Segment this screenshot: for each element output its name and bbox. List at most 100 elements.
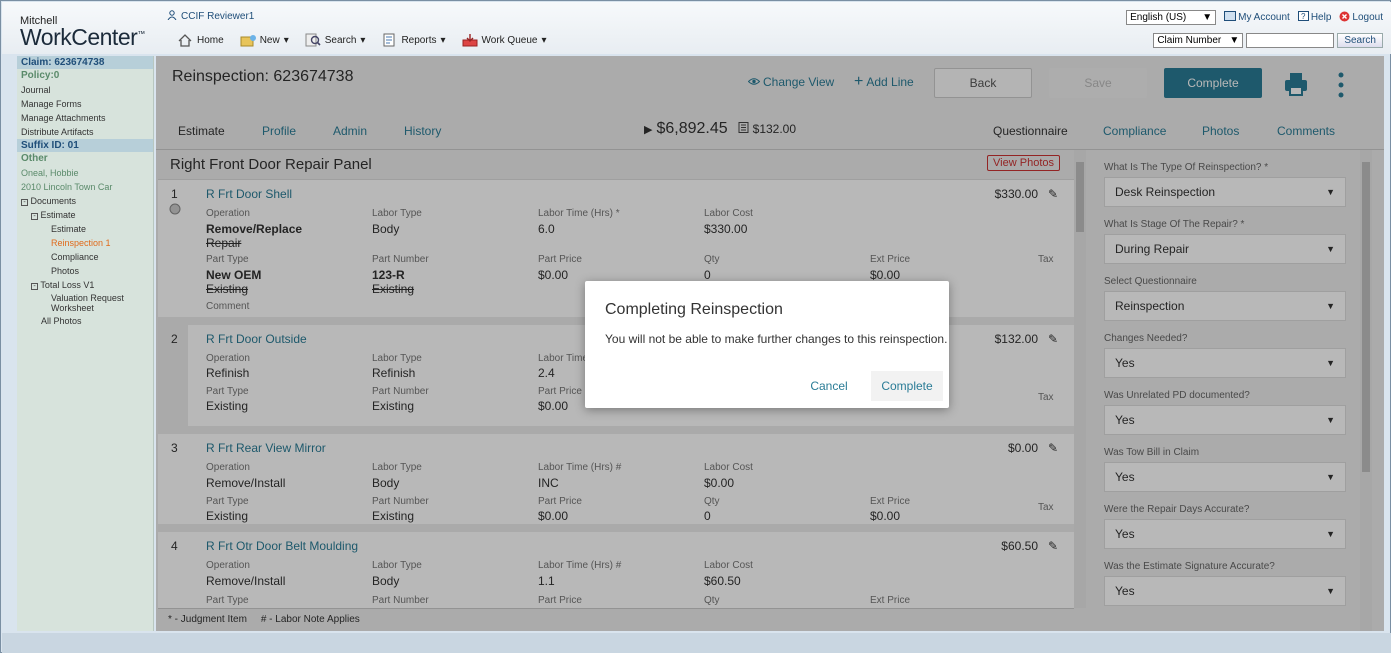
help-label: Help xyxy=(1310,12,1332,23)
save-button[interactable]: Save xyxy=(1049,68,1147,98)
tab-compliance[interactable]: Compliance xyxy=(1103,124,1166,138)
search-type-select[interactable]: Claim Number ▼ xyxy=(1153,33,1244,48)
nav-work-queue[interactable]: Work Queue ▾ xyxy=(462,33,546,47)
sidebar-item-journal[interactable]: Journal xyxy=(17,83,153,97)
pencil-icon[interactable]: ✎ xyxy=(1048,187,1058,201)
answer-value: Yes xyxy=(1115,584,1135,598)
caret-down-icon: ▼ xyxy=(1326,586,1335,596)
label-labor-type: Labor Type xyxy=(372,208,422,219)
estimate-scrollbar[interactable] xyxy=(1074,150,1086,608)
cancel-button[interactable]: Cancel xyxy=(799,371,859,401)
print-icon[interactable] xyxy=(1283,71,1309,100)
question-label: Select Questionnaire xyxy=(1104,276,1197,287)
tree-total-loss[interactable]: - Total Loss V1 xyxy=(17,278,153,292)
my-account-label: My Account xyxy=(1238,12,1290,23)
nav-search[interactable]: Search ▾ xyxy=(305,33,365,47)
legend-footer: * - Judgment Item # - Labor Note Applies xyxy=(158,608,1074,631)
scrollbar-thumb[interactable] xyxy=(1076,162,1084,232)
logout-link[interactable]: Logout xyxy=(1339,11,1383,25)
sidebar-item-distribute-artifacts[interactable]: Distribute Artifacts xyxy=(17,125,153,139)
main-nav: Home New ▾ Search ▾ Reports ▾ Work Queue… xyxy=(177,30,562,50)
line-description[interactable]: R Frt Otr Door Belt Moulding xyxy=(206,539,358,553)
tab-admin[interactable]: Admin xyxy=(333,124,367,138)
pencil-icon[interactable]: ✎ xyxy=(1048,539,1058,553)
tab-estimate[interactable]: Estimate xyxy=(172,124,231,152)
line-description[interactable]: R Frt Rear View Mirror xyxy=(206,441,326,455)
answer-dropdown[interactable]: Reinspection ▼ xyxy=(1104,291,1346,321)
label-part-number: Part Number xyxy=(372,595,429,606)
claim-number[interactable]: Claim: 623674738 xyxy=(17,56,153,69)
collapse-icon[interactable]: - xyxy=(21,199,28,206)
language-select[interactable]: English (US) ▼ xyxy=(1126,10,1217,25)
collapse-icon[interactable]: - xyxy=(31,283,38,290)
logout-label: Logout xyxy=(1352,12,1383,23)
suffix-id[interactable]: Suffix ID: 01 xyxy=(17,139,153,152)
estimate-line-3[interactable]: 3 R Frt Rear View Mirror $0.00 ✎ Operati… xyxy=(158,434,1074,532)
account-icon xyxy=(1224,11,1237,24)
label-part-number: Part Number xyxy=(372,496,429,507)
add-line-button[interactable]: + Add Line xyxy=(854,74,914,90)
line-description[interactable]: R Frt Door Shell xyxy=(206,187,292,201)
triangle-right-icon[interactable]: ▶ xyxy=(644,123,652,136)
search-button[interactable]: Search xyxy=(1337,33,1383,48)
sidebar-item-manage-attachments[interactable]: Manage Attachments xyxy=(17,111,153,125)
add-line-label: Add Line xyxy=(866,75,914,89)
answer-dropdown[interactable]: Desk Reinspection ▼ xyxy=(1104,177,1346,207)
vehicle-name[interactable]: 2010 Lincoln Town Car xyxy=(17,180,153,194)
part-type-old-value: Existing xyxy=(206,282,249,296)
svg-text:?: ? xyxy=(1301,12,1306,21)
tree-all-photos[interactable]: All Photos xyxy=(17,314,153,328)
answer-dropdown[interactable]: Yes ▼ xyxy=(1104,519,1346,549)
label-labor-cost: Labor Cost xyxy=(704,560,753,571)
answer-dropdown[interactable]: Yes ▼ xyxy=(1104,462,1346,492)
collapse-icon[interactable]: - xyxy=(31,213,38,220)
pencil-icon[interactable]: ✎ xyxy=(1048,441,1058,455)
dialog-complete-button[interactable]: Complete xyxy=(871,371,943,401)
label-labor-cost: Labor Cost xyxy=(704,462,753,473)
more-options-icon[interactable] xyxy=(1338,72,1344,101)
tree-compliance[interactable]: Compliance xyxy=(17,250,153,264)
question-label: Was Tow Bill in Claim xyxy=(1104,447,1200,458)
answer-dropdown[interactable]: During Repair ▼ xyxy=(1104,234,1346,264)
search-input[interactable] xyxy=(1246,33,1335,48)
sidebar-item-manage-forms[interactable]: Manage Forms xyxy=(17,97,153,111)
tree-documents[interactable]: - Documents xyxy=(17,194,153,208)
tree-reinspection[interactable]: Reinspection 1 xyxy=(17,236,153,250)
pencil-icon[interactable]: ✎ xyxy=(1048,332,1058,346)
nav-reports[interactable]: Reports ▾ xyxy=(381,33,446,47)
tree-estimate[interactable]: - Estimate xyxy=(17,208,153,222)
tab-profile[interactable]: Profile xyxy=(262,124,296,138)
tab-questionnaire[interactable]: Questionnaire xyxy=(987,124,1074,152)
scrollbar-thumb[interactable] xyxy=(1362,162,1370,472)
tree-valuation[interactable]: Valuation Request Worksheet xyxy=(17,292,137,314)
tab-history[interactable]: History xyxy=(404,124,441,138)
complete-button[interactable]: Complete xyxy=(1164,68,1262,98)
owner-name[interactable]: Oneal, Hobbie xyxy=(17,166,153,180)
change-view-button[interactable]: Change View xyxy=(747,75,834,89)
view-photos-button[interactable]: View Photos xyxy=(987,155,1060,171)
my-account-link[interactable]: My Account xyxy=(1224,11,1290,24)
part-number-old-value: Existing xyxy=(372,282,415,296)
questionnaire-scrollbar[interactable] xyxy=(1360,150,1372,631)
estimate-line-4[interactable]: 4 R Frt Otr Door Belt Moulding $60.50 ✎ … xyxy=(158,532,1074,608)
answer-dropdown[interactable]: Yes ▼ xyxy=(1104,576,1346,606)
sub-total: $132.00 xyxy=(752,122,797,136)
tree-estimate-doc[interactable]: Estimate xyxy=(17,222,153,236)
answer-dropdown[interactable]: Yes ▼ xyxy=(1104,405,1346,435)
help-link[interactable]: ? Help xyxy=(1297,11,1332,24)
logo: WorkCenter™ xyxy=(20,24,145,51)
line-description[interactable]: R Frt Door Outside xyxy=(206,332,307,346)
back-button[interactable]: Back xyxy=(934,68,1032,98)
labor-cost-value: $60.50 xyxy=(704,574,741,588)
nav-new[interactable]: New ▾ xyxy=(240,33,289,47)
tab-photos[interactable]: Photos xyxy=(1202,124,1239,138)
nav-home[interactable]: Home xyxy=(177,33,224,47)
answer-dropdown[interactable]: Yes ▼ xyxy=(1104,348,1346,378)
questionnaire-panel: What Is The Type Of Reinspection? * Desk … xyxy=(1086,150,1372,631)
tree-photos[interactable]: Photos xyxy=(17,264,153,278)
app-window: Mitchell WorkCenter™ CCIF Reviewer1 Home… xyxy=(0,0,1391,653)
help-icon: ? xyxy=(1297,11,1309,24)
tab-comments[interactable]: Comments xyxy=(1277,124,1335,138)
question-label: Were the Repair Days Accurate? xyxy=(1104,504,1250,515)
question-label: What Is Stage Of The Repair? * xyxy=(1104,219,1245,230)
